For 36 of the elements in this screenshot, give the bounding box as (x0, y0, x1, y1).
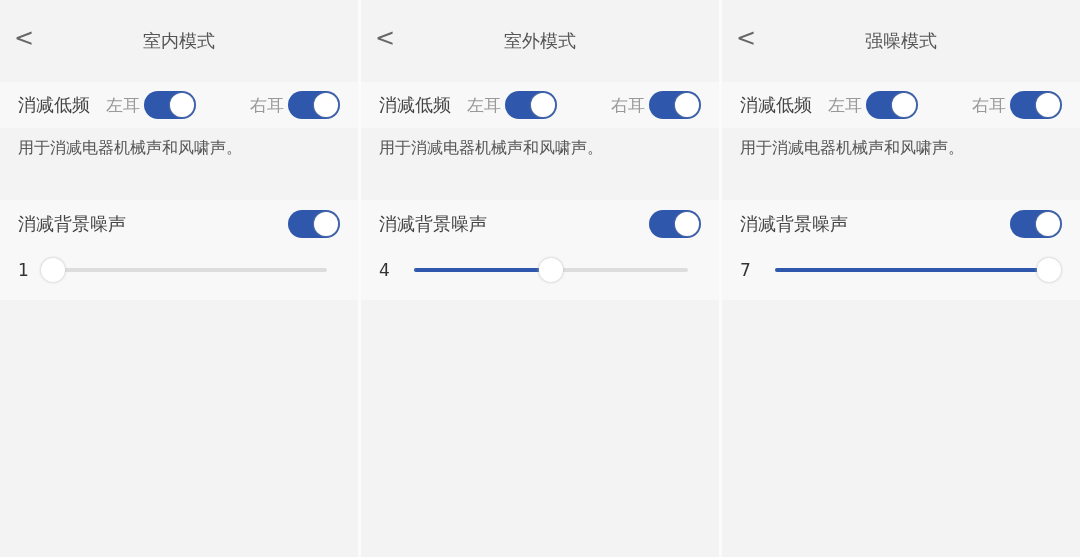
page-title: 室外模式 (504, 29, 576, 53)
slider-value: 4 (379, 260, 391, 280)
setting-label: 消减低频 (18, 93, 90, 117)
toggle-switch[interactable] (649, 210, 701, 238)
toggle-switch[interactable] (1010, 91, 1062, 119)
setting-label: 消减低频 (379, 93, 451, 117)
toggle-switch[interactable] (1010, 210, 1062, 238)
slider-thumb[interactable] (41, 258, 65, 282)
slider-thumb[interactable] (539, 258, 563, 282)
ear-label: 左耳 (106, 93, 140, 117)
description-text: 用于消减电器机械声和风啸声。 (17, 137, 243, 159)
toggle-switch[interactable] (144, 91, 196, 119)
setting-label: 消减背景噪声 (379, 212, 487, 236)
ear-label: 左耳 (828, 93, 862, 117)
toggle-switch[interactable] (649, 91, 701, 119)
setting-label: 消减背景噪声 (740, 212, 848, 236)
ear-label: 右耳 (611, 93, 645, 117)
slider-thumb[interactable] (1037, 258, 1061, 282)
ear-label: 右耳 (972, 93, 1006, 117)
toggle-switch[interactable] (505, 91, 557, 119)
ear-label: 左耳 (467, 93, 501, 117)
back-button[interactable]: < (10, 24, 39, 52)
slider-value: 7 (740, 260, 752, 280)
page-title: 强噪模式 (865, 29, 937, 53)
description-text: 用于消减电器机械声和风啸声。 (739, 137, 965, 159)
page-title: 室内模式 (143, 29, 215, 53)
back-button[interactable]: < (732, 24, 761, 52)
toggle-switch[interactable] (288, 91, 340, 119)
toggle-switch[interactable] (288, 210, 340, 238)
description-text: 用于消减电器机械声和风啸声。 (378, 137, 604, 159)
slider-value: 1 (18, 260, 30, 280)
setting-label: 消减背景噪声 (18, 212, 126, 236)
setting-label: 消减低频 (740, 93, 812, 117)
toggle-switch[interactable] (866, 91, 918, 119)
ear-label: 右耳 (250, 93, 284, 117)
back-button[interactable]: < (371, 24, 400, 52)
